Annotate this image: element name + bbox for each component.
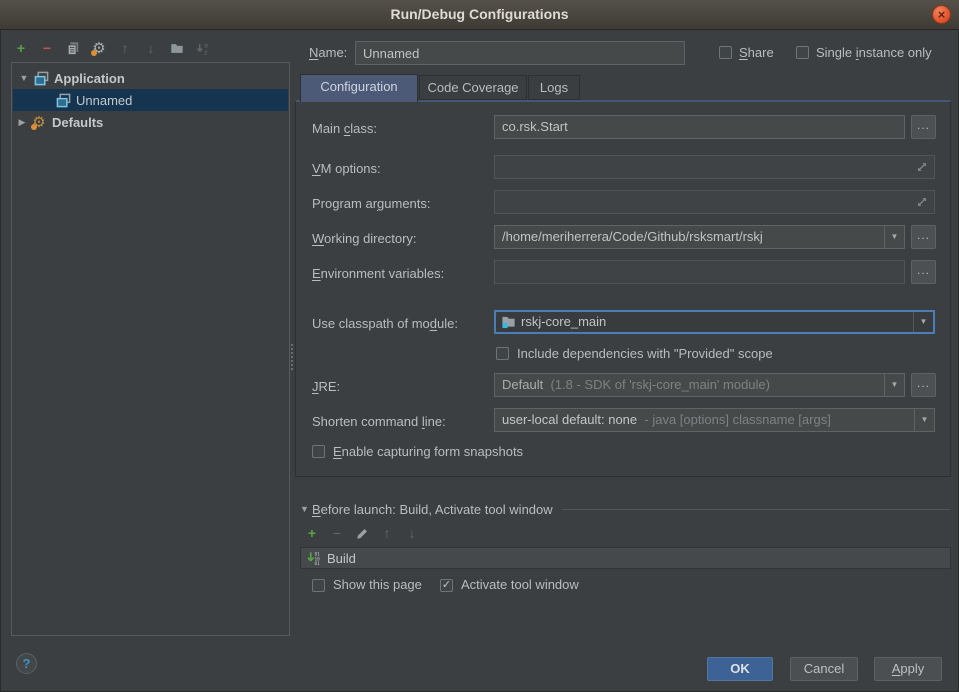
before-launch-section: ▼ Before launch: Build, Activate tool wi… — [295, 500, 951, 518]
tree-expanded-icon[interactable]: ▼ — [19, 73, 29, 83]
before-launch-header: Before launch: Build, Activate tool wind… — [312, 502, 553, 517]
tree-collapsed-icon[interactable]: ▶ — [17, 117, 27, 128]
add-configuration-icon[interactable]: + — [13, 40, 29, 56]
tree-node-label: Unnamed — [76, 93, 132, 108]
before-launch-task-build[interactable]: 011001 Build — [300, 547, 951, 569]
titlebar: Run/Debug Configurations × — [0, 0, 959, 30]
section-divider — [562, 509, 950, 510]
tab-code-coverage[interactable]: Code Coverage — [419, 75, 527, 100]
close-icon[interactable]: × — [932, 5, 951, 24]
cancel-button[interactable]: Cancel — [790, 657, 858, 681]
wrench-accent-dot — [31, 124, 37, 130]
move-down-icon[interactable]: ↓ — [143, 40, 159, 56]
dialog-title: Run/Debug Configurations — [0, 6, 959, 22]
copy-configuration-icon[interactable] — [65, 40, 81, 56]
section-expanded-icon[interactable]: ▼ — [300, 504, 312, 514]
move-task-up-icon[interactable]: ↑ — [379, 525, 395, 541]
tree-node-defaults[interactable]: ▶ ⚙ Defaults — [13, 111, 288, 133]
svg-text:z: z — [203, 48, 207, 55]
ok-button[interactable]: OK — [707, 657, 773, 681]
svg-text:01: 01 — [315, 561, 321, 566]
show-this-page-label: Show this page — [333, 577, 422, 592]
new-folder-icon[interactable] — [169, 40, 185, 56]
build-icon: 011001 — [307, 551, 322, 566]
tree-node-unnamed[interactable]: Unnamed — [13, 89, 288, 111]
application-type-icon — [55, 92, 71, 108]
single-instance-label: Single instance only — [816, 45, 932, 60]
tree-node-application[interactable]: ▼ Application — [13, 67, 288, 89]
configurations-toolbar: + − ⚙ ↑ ↓ az — [13, 39, 211, 57]
run-debug-configurations-dialog: Run/Debug Configurations × + − ⚙ ↑ ↓ az … — [0, 0, 959, 692]
tab-logs[interactable]: Logs — [528, 75, 580, 100]
tree-node-label: Defaults — [52, 115, 103, 130]
share-checkbox[interactable] — [719, 46, 732, 59]
tab-configuration[interactable]: Configuration — [300, 74, 418, 102]
apply-button[interactable]: Apply — [874, 657, 942, 681]
wrench-accent-dot — [91, 50, 97, 56]
check-icon: ✓ — [442, 579, 451, 591]
splitter-handle[interactable] — [291, 344, 294, 370]
activate-tool-window-label: Activate tool window — [461, 577, 579, 592]
edit-defaults-wrench-icon[interactable]: ⚙ — [91, 40, 107, 56]
remove-configuration-icon[interactable]: − — [39, 40, 55, 56]
move-task-down-icon[interactable]: ↓ — [404, 525, 420, 541]
name-label: Name: — [309, 45, 347, 60]
defaults-wrench-icon: ⚙ — [31, 114, 47, 130]
show-this-page-checkbox[interactable] — [312, 579, 325, 592]
add-task-icon[interactable]: + — [304, 525, 320, 541]
help-button[interactable]: ? — [16, 653, 37, 674]
application-type-icon — [33, 70, 49, 86]
single-instance-checkbox[interactable] — [796, 46, 809, 59]
name-input[interactable] — [355, 41, 685, 65]
sort-alphabetically-icon[interactable]: az — [195, 40, 211, 56]
task-label: Build — [327, 551, 356, 566]
before-launch-toolbar: + − ↑ ↓ — [304, 525, 420, 541]
share-label: Share — [739, 45, 774, 60]
edit-task-pencil-icon[interactable] — [354, 525, 370, 541]
tree-node-label: Application — [54, 71, 125, 86]
move-up-icon[interactable]: ↑ — [117, 40, 133, 56]
configuration-tab-panel — [295, 100, 951, 477]
activate-tool-window-checkbox[interactable]: ✓ — [440, 579, 453, 592]
configurations-tree: ▼ Application Unnamed ▶ ⚙ Defaults — [11, 62, 290, 636]
remove-task-icon[interactable]: − — [329, 525, 345, 541]
